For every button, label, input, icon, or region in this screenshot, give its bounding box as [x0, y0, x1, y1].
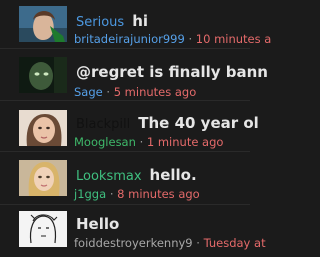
flair-label[interactable]: Serious [76, 15, 124, 30]
thread-title-link[interactable]: The 40 year ol [138, 114, 259, 132]
dark-face-avatar-icon [19, 57, 67, 93]
separator: · [188, 32, 193, 46]
avatar[interactable] [19, 110, 67, 146]
timestamp-link[interactable]: 1 minute ago [147, 135, 224, 149]
thread-title-link[interactable]: Hello [76, 215, 119, 233]
avatar[interactable] [19, 57, 67, 93]
line-drawing-avatar-icon [19, 211, 67, 247]
thread-row[interactable]: Hello foiddestroyerkenny9 · Tuesday at [0, 205, 266, 257]
separator: · [106, 85, 111, 99]
author-link[interactable]: Sage [74, 85, 103, 99]
anime-character-avatar-icon [19, 6, 67, 42]
flair-label[interactable]: Blackpill [76, 117, 130, 132]
timestamp-link[interactable]: 8 minutes ago [117, 187, 200, 201]
thread-row[interactable]: Looksmax hello. j1gga · 8 minutes ago [0, 152, 250, 205]
blonde-portrait-avatar-icon [19, 160, 67, 196]
author-link[interactable]: foiddestroyerkenny9 [74, 236, 193, 250]
author-link[interactable]: Mooglesan [74, 135, 136, 149]
author-link[interactable]: britadeirajunior999 [74, 32, 185, 46]
avatar[interactable] [19, 6, 67, 42]
timestamp-link[interactable]: Tuesday at [204, 236, 266, 250]
separator: · [109, 187, 114, 201]
author-link[interactable]: j1gga [74, 187, 106, 201]
timestamp-link[interactable]: 10 minutes a [196, 32, 272, 46]
avatar[interactable] [19, 160, 67, 196]
thread-title-link[interactable]: @regret is finally bann [76, 63, 268, 81]
thread-row[interactable]: Blackpill The 40 year ol Mooglesan · 1 mi… [0, 101, 259, 152]
separator: · [139, 135, 144, 149]
avatar[interactable] [19, 211, 67, 247]
thread-feed: Serious hi britadeirajunior999 · 10 minut… [0, 0, 271, 257]
thread-title-link[interactable]: hi [132, 12, 148, 30]
face-photo-avatar-icon [19, 110, 67, 146]
timestamp-link[interactable]: 5 minutes ago [114, 85, 197, 99]
thread-row[interactable]: @regret is finally bann Sage · 5 minutes… [0, 49, 268, 101]
separator: · [196, 236, 200, 250]
thread-row[interactable]: Serious hi britadeirajunior999 · 10 minut… [0, 0, 271, 49]
flair-label[interactable]: Looksmax [76, 169, 142, 184]
thread-title-link[interactable]: hello. [150, 166, 197, 184]
